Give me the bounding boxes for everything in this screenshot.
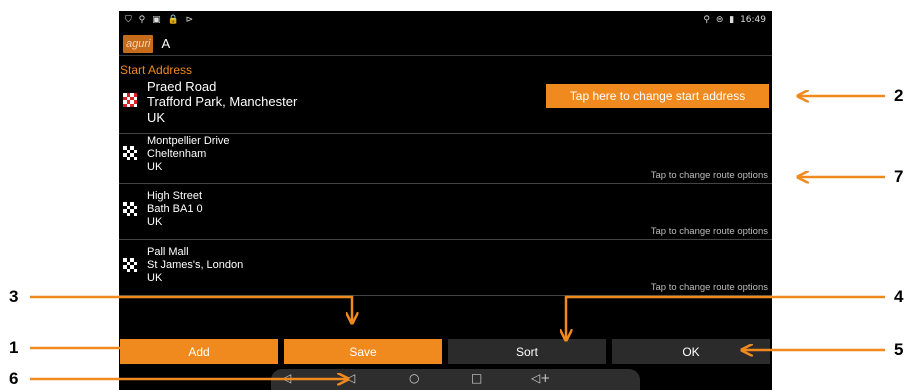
status-left-icons: ⛉ ⚲ ▣ 🔒 ⊳: [125, 15, 197, 25]
home-icon[interactable]: ○: [409, 371, 419, 385]
checkered-flag-icon: [123, 146, 137, 160]
page-title: A: [161, 36, 171, 51]
address-line: Bath BA1 0: [147, 202, 203, 215]
change-start-address-button[interactable]: Tap here to change start address: [546, 84, 769, 108]
start-address-label: Start Address: [120, 63, 193, 77]
waypoint-address-text: Pall Mall St James's, London UK: [147, 246, 243, 285]
volume-up-icon[interactable]: ◁+: [531, 371, 550, 385]
add-button[interactable]: Add: [120, 339, 278, 364]
address-line: Praed Road: [147, 79, 217, 94]
address-line: Trafford Park, Manchester: [147, 94, 298, 110]
callout-number-3: 3: [9, 287, 19, 306]
callout-number-4: 4: [894, 287, 904, 306]
address-line: High Street: [147, 190, 203, 202]
address-line: Pall Mall: [147, 246, 189, 258]
callout-number-2: 2: [894, 86, 904, 105]
address-line: UK: [147, 109, 166, 125]
address-line: St James's, London: [147, 258, 244, 271]
recents-icon[interactable]: □: [471, 371, 482, 385]
address-line: Montpellier Drive: [147, 135, 230, 147]
app-logo: aguri: [123, 34, 154, 53]
wifi-icon: ⊜: [715, 15, 724, 25]
image-icon: ▣: [152, 15, 161, 25]
start-address-text: Praed Road Trafford Park, Manchester UK: [147, 79, 297, 125]
play-icon: ⊳: [185, 15, 194, 25]
route-options-link[interactable]: Tap to change route options: [651, 226, 768, 237]
shield-icon: ⛉: [125, 15, 132, 25]
address-row-3[interactable]: Pall Mall St James's, London UK Tap to c…: [119, 245, 772, 296]
location-icon: ⚲: [703, 15, 710, 25]
back-icon[interactable]: ◁: [346, 371, 355, 385]
waypoint-address-text: Montpellier Drive Cheltenham UK: [147, 135, 230, 174]
checkered-flag-icon: [123, 202, 137, 216]
callout-number-6: 6: [9, 369, 19, 388]
address-row-1[interactable]: Montpellier Drive Cheltenham UK Tap to c…: [119, 134, 772, 184]
checkered-flag-icon: [123, 258, 137, 272]
person-icon: ⚲: [138, 15, 146, 25]
status-time: 16:49: [740, 15, 766, 25]
lock-icon: 🔒: [167, 15, 179, 25]
address-line: UK: [147, 215, 163, 228]
route-options-link[interactable]: Tap to change route options: [651, 282, 768, 293]
red-checkered-flag-icon: [123, 93, 137, 107]
address-line: UK: [147, 160, 163, 173]
device-screen: ⛉ ⚲ ▣ 🔒 ⊳ ⚲ ⊜ ▮ 16:49 aguri A Start Addr…: [119, 11, 772, 390]
sort-button[interactable]: Sort: [448, 339, 606, 364]
address-line: Cheltenham: [147, 147, 207, 160]
battery-icon: ▮: [729, 15, 735, 25]
title-bar: aguri A: [119, 32, 772, 56]
callout-number-5: 5: [894, 340, 904, 359]
address-line: UK: [147, 271, 163, 284]
save-button[interactable]: Save: [284, 339, 442, 364]
status-bar: ⛉ ⚲ ▣ 🔒 ⊳ ⚲ ⊜ ▮ 16:49: [119, 11, 772, 29]
ok-button[interactable]: OK: [612, 339, 770, 364]
callout-number-1: 1: [9, 338, 19, 357]
address-row-2[interactable]: High Street Bath BA1 0 UK Tap to change …: [119, 189, 772, 240]
route-options-link[interactable]: Tap to change route options: [651, 170, 768, 181]
volume-down-icon[interactable]: ◁-: [282, 371, 296, 385]
waypoint-address-text: High Street Bath BA1 0 UK: [147, 190, 203, 229]
callout-number-7: 7: [894, 167, 904, 186]
nav-bar: [271, 369, 640, 390]
status-right-icons: ⚲ ⊜ ▮ 16:49: [700, 15, 766, 25]
